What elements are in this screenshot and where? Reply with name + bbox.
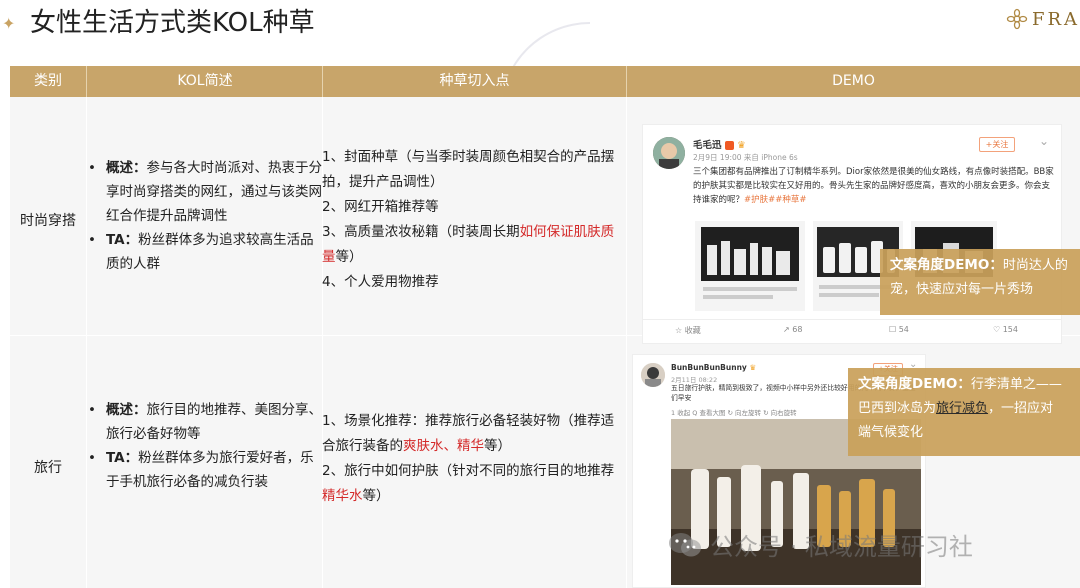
flower-logo-icon xyxy=(1006,8,1028,30)
entry-point: 3、高质量浓妆秘籍（时装周长期如何保证肌肤质量等） xyxy=(322,224,615,265)
brand-logo: FRA xyxy=(1006,8,1080,30)
kol-table: 类别 KOL简述 种草切入点 DEMO 时尚穿搭 概述：参与各大时尚派对、热衷于… xyxy=(10,66,1080,588)
username[interactable]: 毛毛迅 ♛ xyxy=(693,137,746,151)
comment-button[interactable]: ☐ 54 xyxy=(889,325,909,334)
overview-label: 概述： xyxy=(106,402,147,418)
overlay-text: 端气候变化 xyxy=(858,425,924,440)
overlay-title: 文案角度DEMO： xyxy=(890,257,1003,273)
ta-item: TA：粉丝群体多为追求较高生活品质的人群 xyxy=(88,228,324,276)
post-hashtags[interactable]: #护肤##种草# xyxy=(744,195,807,205)
column-header-demo: DEMO xyxy=(832,73,875,89)
table-row: 时尚穿搭 概述：参与各大时尚派对、热衷于分享时尚穿搭类的网红，通过与该类网红合作… xyxy=(10,97,1080,344)
entry-point: 4、个人爱用物推荐 xyxy=(322,274,439,290)
column-header-kol: KOL简述 xyxy=(177,73,233,89)
avatar xyxy=(653,137,685,169)
username[interactable]: BunBunBunBunny ♛ xyxy=(671,363,756,372)
avatar-portrait xyxy=(653,137,685,169)
category-cell: 旅行 xyxy=(34,460,62,476)
post-text: 三个集团都有品牌推出了订制精华系列。Dior家依然是很美的仙女路线，有点像时装搭… xyxy=(693,167,1054,205)
table-header: 类别 KOL简述 种草切入点 DEMO xyxy=(10,66,1080,97)
favorite-button[interactable]: ☆ 收藏 xyxy=(675,325,701,336)
ta-label: TA： xyxy=(106,232,139,248)
entry-point: 1、封面种草（与当季时装周颜色相契合的产品摆拍，提升产品调性） xyxy=(322,149,615,190)
overlay-highlight: 旅行减负 xyxy=(936,401,989,416)
watermark-text: 公众号 · 私域流量研习社 xyxy=(710,533,973,561)
overview-label: 概述： xyxy=(106,160,147,176)
logo-text: FRA xyxy=(1031,8,1080,30)
image-actions[interactable]: 1 收起 Q 查看大图 ↻ 向左旋转 ↻ 向右旋转 xyxy=(671,407,797,417)
entry-point: 2、旅行中如何护肤（针对不同的旅行目的地推荐精华水等） xyxy=(322,463,615,504)
slide-header: ✦ 女性生活方式类KOL种草 FRA xyxy=(0,0,1080,112)
overview-item: 概述：旅行目的地推荐、美图分享、旅行必备好物等 xyxy=(88,398,324,446)
ta-item: TA：粉丝群体多为旅行爱好者，乐于手机旅行必备的减负行装 xyxy=(88,446,324,494)
avatar xyxy=(641,363,665,387)
copy-angle-overlay: 文案角度DEMO：行李清单之—— 巴西到冰岛为旅行减负，一招应对 端气候变化 xyxy=(848,368,1080,456)
slide-title: 女性生活方式类KOL种草 xyxy=(30,8,315,38)
overlay-text: 宠，快速应对每一片秀场 xyxy=(890,282,1034,297)
wechat-icon xyxy=(669,532,701,556)
column-header-category: 类别 xyxy=(34,73,62,89)
entry-point: 2、网红开箱推荐等 xyxy=(322,199,439,215)
kol-description-cell: 概述：参与各大时尚派对、热衷于分享时尚穿搭类的网红，通过与该类网红合作提升品牌调… xyxy=(88,156,324,276)
verified-badge-icon xyxy=(724,141,734,150)
watermark: 公众号 · 私域流量研习社 xyxy=(668,527,973,562)
ta-label: TA： xyxy=(106,450,139,466)
repost-button[interactable]: ↗ 68 xyxy=(783,325,802,334)
chevron-down-icon[interactable]: ⌄ xyxy=(1039,134,1049,148)
overlay-title: 文案角度DEMO： xyxy=(858,376,971,392)
avatar-portrait xyxy=(641,363,665,387)
follow-button[interactable]: +关注 xyxy=(979,137,1015,152)
card-divider xyxy=(643,319,1061,320)
crown-icon: ♛ xyxy=(737,140,746,151)
title-bullet-icon: ✦ xyxy=(2,14,16,33)
entry-points-cell: 1、封面种草（与当季时装周颜色相契合的产品摆拍，提升产品调性） 2、网红开箱推荐… xyxy=(322,145,622,295)
entry-points-cell: 1、场景化推荐：推荐旅行必备轻装好物（推荐适合旅行装备的爽肤水、精华等） 2、旅… xyxy=(322,409,622,509)
overview-item: 概述：参与各大时尚派对、热衷于分享时尚穿搭类的网红，通过与该类网红合作提升品牌调… xyxy=(88,156,324,228)
kol-description-cell: 概述：旅行目的地推荐、美图分享、旅行必备好物等 TA：粉丝群体多为旅行爱好者，乐… xyxy=(88,398,324,494)
ta-text: 粉丝群体多为追求较高生活品质的人群 xyxy=(106,232,314,272)
post-meta: 2月9日 19:00 来自 iPhone 6s xyxy=(693,153,798,162)
post-image[interactable] xyxy=(695,221,805,311)
copy-angle-overlay: 文案角度DEMO：时尚达人的 宠，快速应对每一片秀场 xyxy=(880,249,1080,315)
entry-point: 1、场景化推荐：推荐旅行必备轻装好物（推荐适合旅行装备的爽肤水、精华等） xyxy=(322,413,615,454)
like-button[interactable]: ♡ 154 xyxy=(993,325,1018,334)
category-cell: 时尚穿搭 xyxy=(20,213,76,229)
crown-icon: ♛ xyxy=(749,363,757,372)
column-header-entry: 种草切入点 xyxy=(439,73,510,89)
ta-text: 粉丝群体多为旅行爱好者，乐于手机旅行必备的减负行装 xyxy=(106,450,314,490)
